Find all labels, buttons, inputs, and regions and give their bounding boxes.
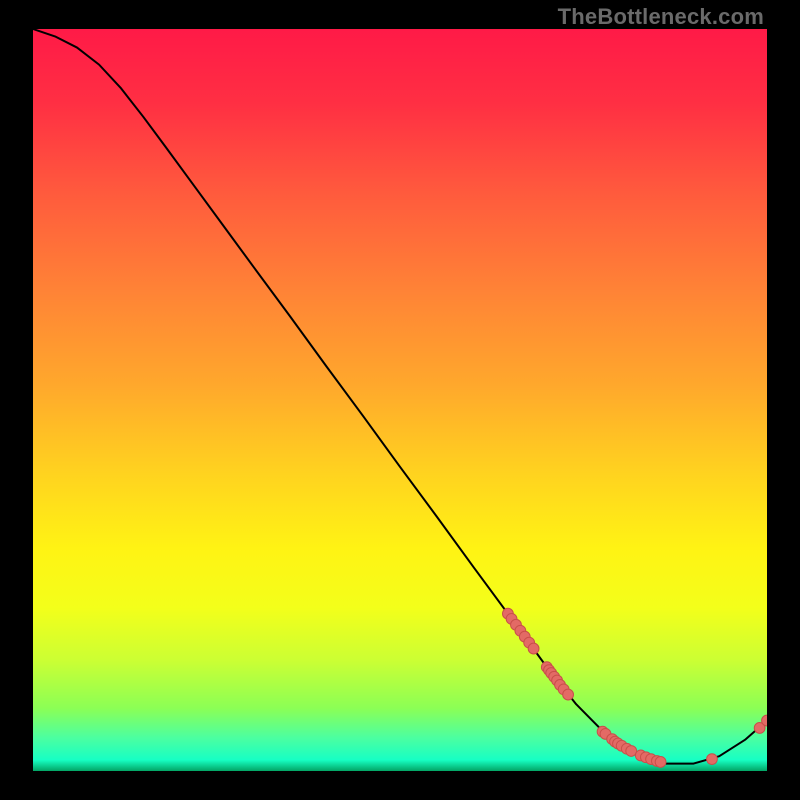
watermark-text: TheBottleneck.com <box>558 4 764 30</box>
data-dot <box>563 689 574 700</box>
bottleneck-chart <box>33 29 767 771</box>
data-dot <box>655 757 666 768</box>
chart-frame <box>33 29 767 771</box>
gradient-background <box>33 29 767 771</box>
data-dot <box>707 754 718 765</box>
data-dot <box>528 643 539 654</box>
